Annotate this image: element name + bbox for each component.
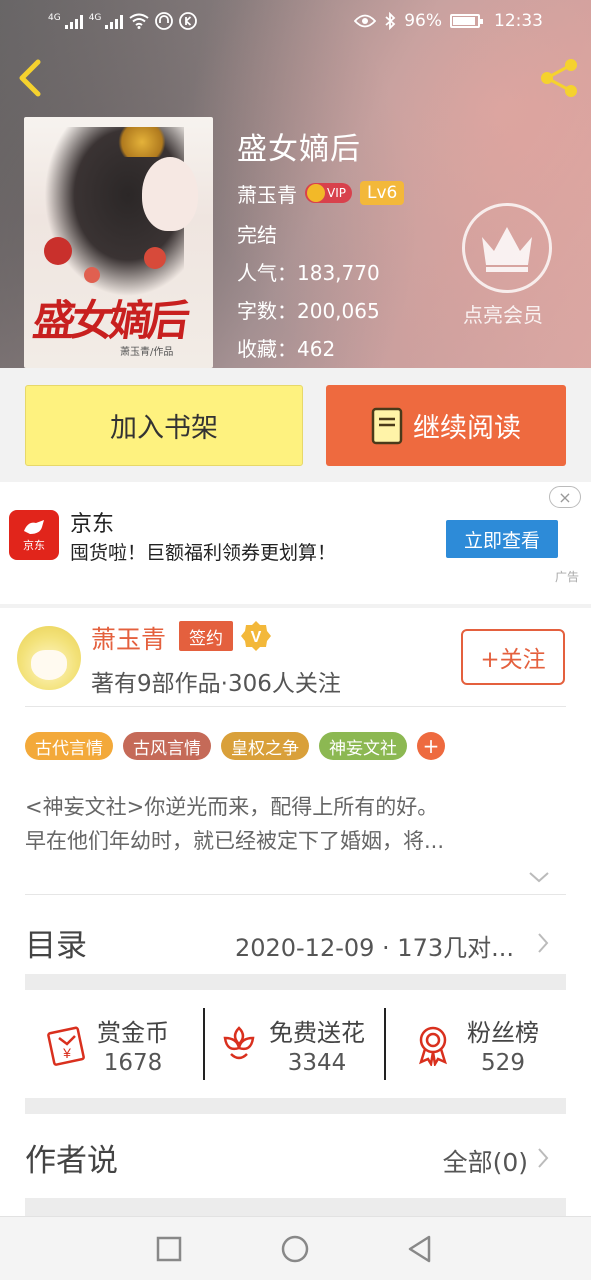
jd-logo: 京东 — [9, 510, 59, 560]
author-name[interactable]: 萧玉青 — [237, 179, 297, 208]
k-icon — [179, 12, 198, 30]
divider — [384, 1008, 386, 1080]
cover-headpiece — [112, 127, 172, 157]
ad-close-button[interactable]: × — [549, 486, 581, 508]
stat-value: 3344 — [287, 1049, 347, 1076]
cover-title: 盛女嫡后 — [30, 296, 190, 345]
ad-title: 京东 — [70, 512, 115, 537]
tag-list: 古代言情 古风言情 皇权之争 神妄文社 + — [25, 732, 445, 760]
stat-label: 粉丝榜 — [467, 1018, 539, 1047]
tag-chip[interactable]: 古代言情 — [25, 732, 113, 760]
book-word-count: 字数：200,065 — [237, 299, 380, 323]
stat-label: 赏金币 — [97, 1018, 169, 1047]
clock: 12:33 — [494, 11, 543, 31]
tag-chip[interactable]: 古风言情 — [123, 732, 211, 760]
svg-text:¥: ¥ — [62, 1045, 71, 1061]
book-info: 盛女嫡后 萧玉青 VIP Lv6 完结 人气：183,770 字数：200,06… — [237, 124, 405, 368]
home-icon[interactable] — [280, 1234, 310, 1264]
author-card-name[interactable]: 萧玉青 — [91, 620, 166, 656]
details-section: 萧玉青 签约 V 著有9部作品·306人关注 +关注 古代言情 古风言情 皇权之… — [0, 608, 591, 1216]
description-line: <神妄文社>你逆光而来，配得上所有的好。 — [25, 795, 439, 819]
stat-value: 529 — [481, 1049, 525, 1076]
section-separator — [25, 1198, 566, 1216]
system-navigation-bar — [0, 1216, 591, 1280]
book-favorites: 收藏：462 — [237, 337, 336, 361]
send-flower-button[interactable]: 免费送花 3344 — [217, 1008, 365, 1080]
chevron-right-icon — [538, 1148, 549, 1168]
continue-reading-button[interactable]: 继续阅读 — [326, 385, 566, 466]
signed-badge: 签约 — [179, 621, 233, 651]
headset-icon — [155, 12, 174, 30]
divider — [25, 706, 566, 707]
wifi-icon — [129, 13, 150, 29]
reward-stats: ¥ 赏金币 1678 免费送花 3344 粉丝榜 529 — [25, 1000, 566, 1090]
bluetooth-icon — [385, 12, 396, 30]
book-popularity: 人气：183,770 — [237, 261, 380, 285]
ad-tag: 广告 — [554, 570, 579, 584]
action-buttons: 加入书架 继续阅读 — [0, 368, 591, 482]
continue-reading-label: 继续阅读 — [413, 413, 521, 444]
crown-icon — [307, 184, 325, 202]
book-cover[interactable]: 盛女嫡后 萧玉青/作品 — [24, 117, 213, 368]
level-badge: Lv6 — [359, 181, 405, 205]
medal-icon — [419, 1026, 447, 1066]
vip-badge: VIP — [305, 183, 352, 203]
author-says-label: 作者说 — [25, 1143, 118, 1179]
add-to-shelf-button[interactable]: 加入书架 — [25, 385, 303, 466]
add-tag-button[interactable]: + — [417, 732, 445, 760]
ad-description: 囤货啦！巨额福利领券更划算！ — [70, 542, 337, 564]
ad-view-button[interactable]: 立即查看 — [446, 520, 558, 558]
book-status: 完结 — [237, 223, 277, 247]
member-button[interactable]: 点亮会员 — [462, 203, 552, 328]
tag-chip[interactable]: 神妄文社 — [319, 732, 407, 760]
battery-icon — [450, 14, 483, 28]
recents-icon[interactable] — [154, 1234, 184, 1264]
author-stats: 著有9部作品·306人关注 — [91, 671, 341, 697]
book-header: 4G 4G 96% 12:33 盛女嫡后 萧玉青/作品 盛女嫡后 萧玉青 VIP — [0, 0, 591, 368]
author-avatar[interactable] — [17, 626, 81, 690]
coin-reward-button[interactable]: ¥ 赏金币 1678 — [45, 1008, 169, 1080]
back-arrow-icon[interactable] — [14, 58, 48, 98]
section-separator — [25, 1098, 566, 1114]
svg-text:V: V — [251, 629, 262, 646]
status-bar: 4G 4G 96% 12:33 — [0, 0, 591, 46]
signal-icon-2: 4G — [89, 13, 124, 29]
tag-chip[interactable]: 皇权之争 — [221, 732, 309, 760]
signal-icon: 4G — [48, 13, 83, 29]
table-of-contents-row[interactable]: 目录 2020-12-09 · 173几对... — [25, 902, 566, 982]
flower-icon — [223, 1026, 255, 1060]
stat-value: 1678 — [103, 1049, 163, 1076]
chevron-down-icon[interactable] — [527, 870, 551, 884]
follow-button[interactable]: +关注 — [461, 629, 565, 685]
stat-label: 免费送花 — [269, 1018, 365, 1047]
book-title: 盛女嫡后 — [237, 132, 361, 167]
section-separator — [25, 974, 566, 990]
crown-icon — [482, 227, 532, 272]
book-description[interactable]: <神妄文社>你逆光而来，配得上所有的好。 早在他们年幼时，就已经被定下了婚姻，将… — [25, 790, 566, 858]
battery-percent: 96% — [404, 11, 442, 31]
share-icon[interactable] — [537, 56, 581, 100]
toc-latest-chapter: 2020-12-09 · 173几对... — [234, 934, 514, 962]
ad-banner[interactable]: 京东 京东 囤货啦！巨额福利领券更划算！ 立即查看 × 广告 — [0, 482, 591, 604]
verified-icon: V — [241, 621, 271, 651]
jd-dog-icon — [24, 520, 44, 534]
fan-ranking-button[interactable]: 粉丝榜 529 — [411, 1008, 539, 1080]
eye-icon — [354, 14, 377, 28]
chevron-right-icon — [538, 933, 549, 953]
back-icon[interactable] — [405, 1234, 435, 1264]
member-label: 点亮会员 — [463, 303, 543, 327]
toc-label: 目录 — [25, 928, 87, 964]
red-envelope-icon: ¥ — [47, 1026, 85, 1066]
author-says-row[interactable]: 作者说 全部(0) — [25, 1113, 566, 1193]
cover-author: 萧玉青/作品 — [120, 347, 174, 358]
divider — [25, 894, 566, 895]
description-line: 早在他们年幼时，就已经被定下了婚姻，将... — [25, 829, 445, 853]
divider — [203, 1008, 205, 1080]
author-says-all: 全部(0) — [442, 1148, 528, 1177]
book-icon — [371, 407, 403, 444]
